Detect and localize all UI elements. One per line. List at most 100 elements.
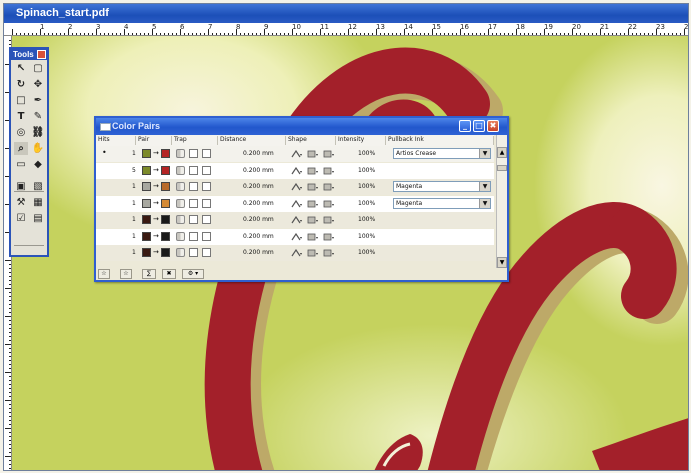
scroll-thumb[interactable] (497, 165, 507, 171)
touchup-icon[interactable]: ⚒ (14, 196, 28, 209)
shape-join-icon[interactable] (323, 249, 335, 257)
shape-join-icon[interactable] (323, 233, 335, 241)
trap-option-checkbox[interactable] (202, 248, 211, 257)
summary-button[interactable]: ∑ (142, 269, 156, 279)
link-icon[interactable]: ⛓ (31, 126, 45, 139)
rotate-icon[interactable]: ↻ (14, 78, 28, 91)
scroll-up-button[interactable]: ▲ (497, 147, 507, 158)
horizontal-ruler[interactable]: 1234567891011121314151617181920212223242… (4, 23, 688, 36)
color-swatch-a[interactable] (142, 198, 151, 208)
shape-corner-icon[interactable] (291, 150, 303, 158)
trap-option-checkbox[interactable] (189, 231, 198, 241)
marker-icon[interactable]: ◆ (31, 158, 45, 171)
shape-end-icon[interactable] (307, 200, 319, 208)
settings-menu-button[interactable]: ⚙ ▾ (182, 269, 204, 279)
chevron-down-icon[interactable]: ▼ (479, 182, 490, 191)
favorite-button[interactable]: ☆ (120, 269, 132, 279)
column-header-pair[interactable]: Pair (136, 136, 172, 145)
object-select-icon[interactable]: ▢ (31, 62, 45, 75)
select-arrow-icon[interactable]: ↖ (14, 62, 28, 75)
minimize-button[interactable]: _ (459, 120, 471, 132)
vertical-scrollbar[interactable]: ▲ ▼ (496, 135, 507, 268)
shape-end-icon[interactable] (307, 150, 319, 158)
trap-option-checkbox[interactable] (189, 182, 198, 191)
shape-end-icon[interactable] (307, 183, 319, 191)
color-swatch-b[interactable] (161, 231, 170, 241)
maximize-button[interactable]: □ (473, 120, 485, 132)
color-swatch-b[interactable] (161, 248, 170, 257)
window-title-bar[interactable]: Spinach_start.pdf (4, 4, 688, 23)
color-swatch-b[interactable] (161, 215, 170, 224)
shape-join-icon[interactable] (323, 167, 335, 175)
trap-option-checkbox[interactable] (202, 198, 211, 208)
trap-direction-icon[interactable] (176, 149, 185, 158)
table-row[interactable]: 5 → 0.200 mm 100% (96, 162, 494, 179)
column-header-hits[interactable]: Hits (96, 136, 136, 145)
text-edit-icon[interactable]: ✎ (31, 110, 45, 123)
trap-direction-icon[interactable] (176, 231, 185, 241)
crop-icon[interactable]: ▭ (14, 158, 28, 171)
preflight-icon[interactable]: ☑ (14, 212, 28, 225)
trap-option-checkbox[interactable] (189, 248, 198, 257)
new-pair-button[interactable]: ☆ (98, 269, 110, 279)
pullback-ink-select[interactable]: Magenta ▼ (393, 181, 491, 192)
shape-corner-icon[interactable] (291, 199, 303, 208)
shape-join-icon[interactable] (323, 183, 335, 191)
shape-corner-icon[interactable] (291, 216, 303, 224)
trap-option-checkbox[interactable] (202, 215, 211, 224)
shape-end-icon[interactable] (307, 216, 319, 224)
zoom-icon[interactable]: ⌕ (14, 142, 28, 155)
shape-corner-icon[interactable] (291, 232, 303, 241)
color-swatch-b[interactable] (161, 198, 170, 208)
color-swatch-b[interactable] (161, 149, 170, 158)
page-icon[interactable]: ▤ (31, 212, 45, 225)
trap-option-checkbox[interactable] (202, 231, 211, 241)
trap-direction-icon[interactable] (176, 198, 185, 208)
shape-corner-icon[interactable] (291, 166, 303, 175)
tools-palette-title-bar[interactable]: Tools (11, 49, 47, 60)
table-row[interactable]: 1 → 0.200 mm 100% (96, 228, 494, 245)
column-header-distance[interactable]: Distance (218, 136, 286, 145)
shape-join-icon[interactable] (323, 216, 335, 224)
trap-option-checkbox[interactable] (202, 182, 211, 191)
table-row[interactable]: 1 → 0.200 mm 100% Magenta ▼ (96, 179, 494, 195)
close-button[interactable]: ✖ (487, 120, 499, 132)
close-icon[interactable] (37, 50, 46, 59)
hand-icon[interactable]: ✋ (31, 142, 45, 155)
shape-end-icon[interactable] (307, 249, 319, 257)
column-header-intensity[interactable]: Intensity (336, 136, 386, 145)
globe-icon[interactable]: ◎ (14, 126, 28, 139)
trap-option-checkbox[interactable] (202, 165, 211, 175)
trap-option-checkbox[interactable] (189, 149, 198, 158)
trap-direction-icon[interactable] (176, 165, 185, 175)
shape-corner-icon[interactable] (291, 249, 303, 257)
trap-direction-icon[interactable] (176, 248, 185, 257)
shape-join-icon[interactable] (323, 150, 335, 158)
column-header-pullback-ink[interactable]: Pullback Ink (386, 136, 494, 145)
color-swatch-a[interactable] (142, 182, 151, 191)
shape-corner-icon[interactable] (291, 183, 303, 191)
pullback-ink-select[interactable]: Artios Crease ▼ (393, 148, 491, 159)
trap-direction-icon[interactable] (176, 215, 185, 224)
trap-option-checkbox[interactable] (202, 149, 211, 158)
rectangle-icon[interactable]: □ (14, 94, 28, 107)
column-header-shape[interactable]: Shape (286, 136, 336, 145)
color-swatch-a[interactable] (142, 165, 151, 175)
table-row[interactable]: • 1 → 0.200 mm 100% Artios Crease ▼ (96, 146, 494, 162)
trap-option-checkbox[interactable] (189, 165, 198, 175)
table-row[interactable]: 1 → 0.200 mm 100% (96, 245, 494, 261)
shape-end-icon[interactable] (307, 167, 319, 175)
chevron-down-icon[interactable]: ▼ (479, 198, 490, 208)
color-swatch-a[interactable] (142, 149, 151, 158)
column-header-trap[interactable]: Trap (172, 136, 218, 145)
color-swatch-a[interactable] (142, 231, 151, 241)
shape-join-icon[interactable] (323, 200, 335, 208)
eyedropper-icon[interactable]: ✒ (31, 94, 45, 107)
table-row[interactable]: 1 → 0.200 mm 100% Magenta ▼ (96, 195, 494, 212)
trap-option-checkbox[interactable] (189, 215, 198, 224)
dialog-title-bar[interactable]: Color Pairs _ □ ✖ (96, 118, 507, 135)
chevron-down-icon[interactable]: ▼ (479, 149, 490, 158)
color-icon[interactable]: ▦ (31, 196, 45, 209)
scroll-down-button[interactable]: ▼ (497, 257, 507, 268)
color-swatch-a[interactable] (142, 215, 151, 224)
